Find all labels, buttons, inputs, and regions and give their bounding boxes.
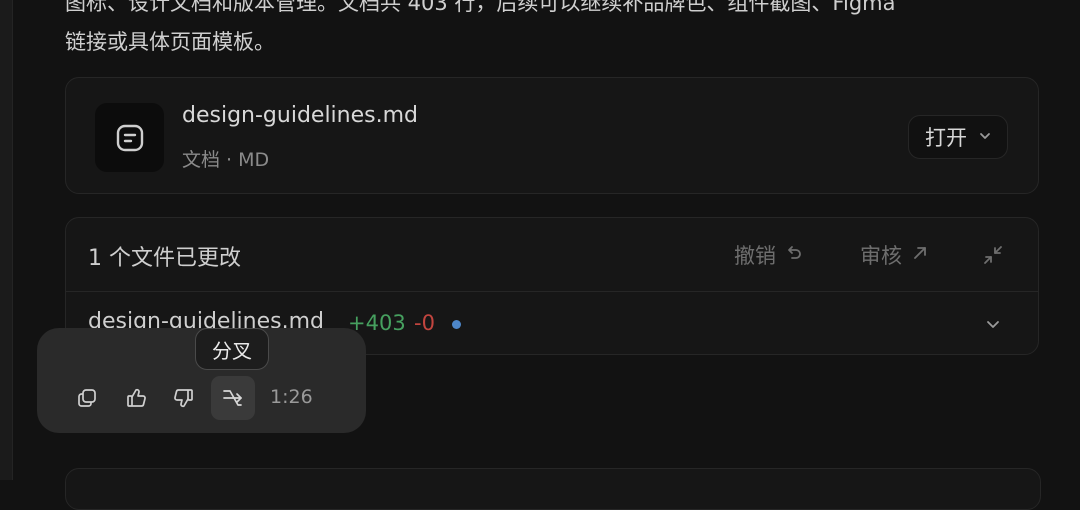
changes-header: 1 个文件已更改 撤销 审核 [66, 218, 1038, 292]
chevron-down-icon[interactable] [982, 313, 1004, 335]
response-duration: 1:26 [270, 386, 313, 408]
open-button[interactable]: 打开 [908, 115, 1008, 159]
undo-label: 撤销 [734, 244, 776, 268]
left-rail [0, 0, 13, 480]
message-action-bar: 分叉 1:26 [37, 328, 366, 433]
thumbs-down-icon[interactable] [167, 381, 201, 415]
next-message-card [65, 468, 1041, 510]
review-label: 审核 [860, 244, 902, 268]
fork-tooltip: 分叉 [195, 328, 269, 370]
review-button[interactable]: 审核 [860, 240, 930, 270]
document-icon [95, 103, 164, 172]
external-arrow-icon [910, 243, 930, 268]
open-button-label: 打开 [925, 126, 967, 150]
assistant-message-text: 图标、设计文档和版本管理。文档共 403 行，后续可以继续补品牌色、组件截图、F… [65, 0, 896, 54]
file-name: design-guidelines.md [182, 103, 418, 128]
undo-button[interactable]: 撤销 [734, 240, 804, 270]
copy-icon[interactable] [70, 381, 104, 415]
fork-icon[interactable] [211, 376, 255, 420]
status-dot [452, 320, 461, 329]
collapse-icon[interactable] [980, 242, 1006, 268]
file-meta: 文档 · MD [182, 149, 270, 171]
chevron-down-icon [977, 125, 993, 149]
file-card[interactable]: design-guidelines.md 文档 · MD 打开 [65, 77, 1039, 194]
changes-title: 1 个文件已更改 [88, 246, 241, 271]
undo-icon [784, 243, 804, 268]
deletions-count: -0 [414, 311, 435, 335]
thumbs-up-icon[interactable] [119, 381, 153, 415]
